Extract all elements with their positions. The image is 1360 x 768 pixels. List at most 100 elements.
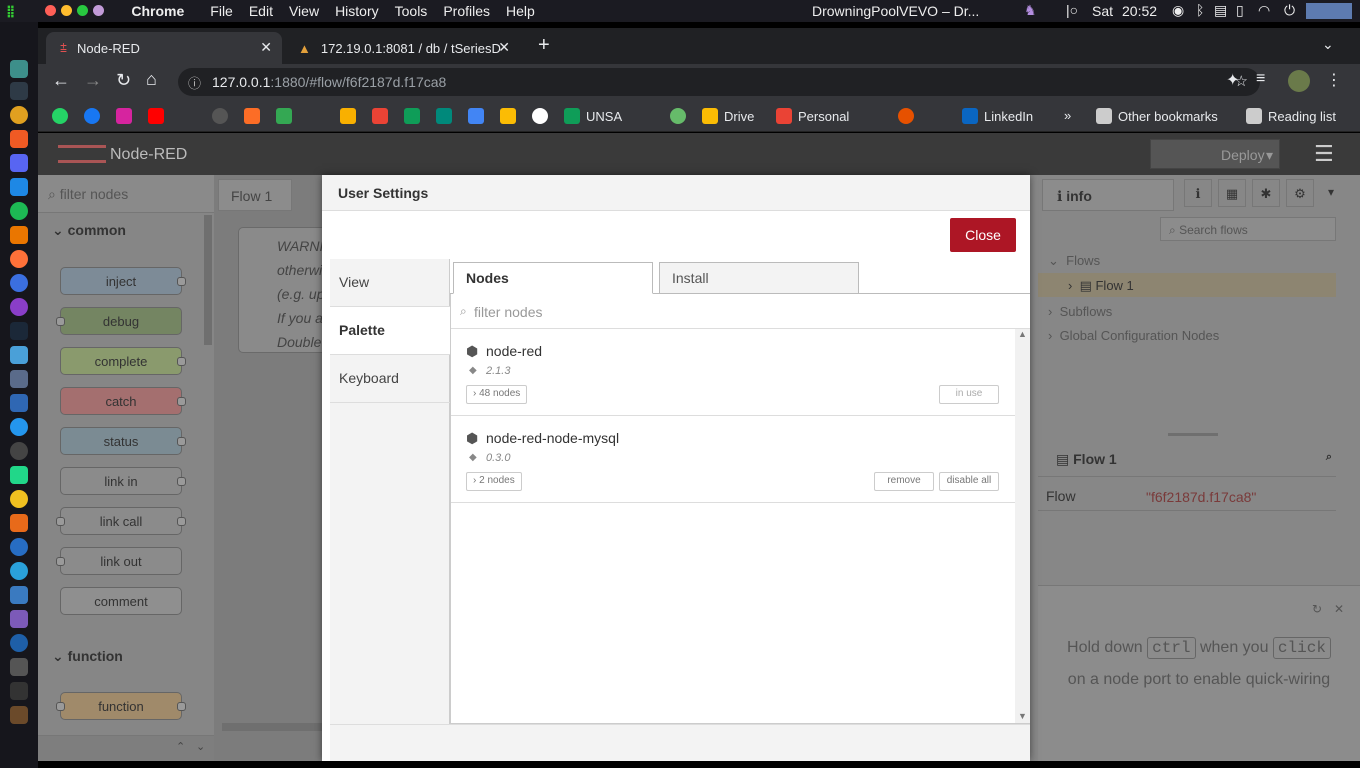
output-port[interactable] [177, 702, 186, 711]
maximize-dot-icon[interactable] [77, 5, 89, 16]
collapse-all-icon[interactable]: ⌃ [176, 740, 185, 753]
menu-file[interactable]: File [210, 3, 233, 19]
address-bar[interactable]: ⓘ 127.0.0.1:1880/#flow/f6f2187d.f17ca8 ☆ [178, 68, 1260, 96]
sidebar-tab-info[interactable]: ℹ info [1042, 179, 1174, 211]
youtube-bookmark[interactable] [148, 108, 170, 124]
deploy-dropdown-icon[interactable]: ▾ [1266, 147, 1273, 164]
palette-category-common[interactable]: ⌄ common [38, 217, 202, 243]
gdrive-bookmark[interactable] [500, 108, 522, 124]
tab-install[interactable]: Install [659, 262, 859, 294]
gmail-bookmark[interactable] [372, 108, 394, 124]
facebook-bookmark[interactable] [84, 108, 106, 124]
sidebar-config-button[interactable]: ⚙ [1286, 179, 1314, 207]
close-dot-icon[interactable] [45, 5, 57, 16]
app-icon-15[interactable] [10, 418, 28, 436]
palette-node-catch[interactable]: catch [60, 387, 186, 415]
output-port[interactable] [177, 437, 186, 446]
node-count-toggle[interactable]: › 48 nodes [466, 385, 528, 404]
palette-node-link-call[interactable]: link call [56, 507, 186, 535]
eye-bookmark[interactable] [898, 108, 920, 124]
section-view[interactable]: View [330, 259, 450, 307]
other-bookmarks[interactable]: Other bookmarks [1096, 108, 1218, 124]
app-bookmark[interactable] [276, 108, 298, 124]
filter-nodes-input[interactable]: ⌕ filter nodes [450, 295, 1030, 329]
power-icon[interactable]: ⏻ [1284, 2, 1295, 19]
app-icon-23[interactable] [10, 610, 28, 628]
files-icon[interactable] [10, 60, 28, 78]
tab-close-icon[interactable]: ✕ [260, 39, 272, 56]
palette-node-inject[interactable]: inject [60, 267, 186, 295]
cat-tray-icon[interactable]: ♞ [1024, 2, 1037, 19]
steam-icon[interactable] [10, 322, 28, 340]
menu-tools[interactable]: Tools [395, 3, 428, 19]
search-icon[interactable]: ⌕ [1326, 451, 1332, 464]
search-flows-input[interactable]: ⌕ Search flows [1160, 217, 1336, 241]
github-bookmark[interactable] [212, 108, 234, 124]
linkedin-bookmark[interactable]: LinkedIn [962, 108, 1033, 124]
vscode-icon[interactable] [10, 178, 28, 196]
meet-bookmark[interactable] [436, 108, 458, 124]
menu-profiles[interactable]: Profiles [443, 3, 490, 19]
input-port[interactable] [56, 557, 65, 566]
palette-node-link-out[interactable]: link out [56, 547, 182, 575]
workspace-tab[interactable]: Flow 1 [218, 179, 292, 211]
new-tab-icon[interactable]: + [538, 34, 550, 57]
menu-help[interactable]: Help [506, 3, 535, 19]
wifi-icon[interactable]: ◠ [1258, 2, 1270, 19]
palette-node-comment[interactable]: comment [60, 587, 182, 615]
r-icon[interactable] [10, 538, 28, 556]
deploy-button[interactable]: Deploy ▾ [1150, 139, 1280, 169]
close-button[interactable]: Close [950, 218, 1016, 252]
clipboard-icon[interactable]: ▤ [1214, 2, 1227, 19]
tab-mongo[interactable]: ▲ 172.19.0.1:8081 / db / tSeriesD ✕ [284, 32, 520, 64]
app-icon-24[interactable] [10, 634, 28, 652]
palette-node-status[interactable]: status [60, 427, 186, 455]
site-info-icon[interactable]: ⓘ [188, 73, 201, 92]
palette-category-function[interactable]: ⌄ function [38, 643, 202, 669]
menu-view[interactable]: View [289, 3, 319, 19]
tree-flow1[interactable]: › ▤ Flow 1 [1038, 273, 1336, 297]
output-port[interactable] [177, 357, 186, 366]
instagram-bookmark[interactable] [116, 108, 138, 124]
dl-bookmark[interactable] [532, 108, 554, 124]
activities-icon[interactable]: ⣿ [6, 4, 15, 18]
brave-icon[interactable] [10, 130, 28, 148]
drive-bookmark[interactable]: Drive [702, 108, 754, 124]
tab-node-red[interactable]: ⩲ Node-RED ✕ [46, 32, 282, 64]
back-icon[interactable]: ← [52, 70, 70, 91]
palette-node-link-in[interactable]: link in [60, 467, 186, 495]
disable-all-button[interactable]: disable all [939, 472, 999, 491]
scroll-down-icon[interactable]: ▼ [1018, 711, 1027, 721]
palette-scrollbar[interactable] [204, 215, 212, 345]
bluetooth-icon[interactable]: ᛒ [1196, 2, 1204, 18]
menu-history[interactable]: History [335, 3, 379, 19]
firefox-dev-icon[interactable] [10, 274, 28, 292]
terminal-icon[interactable] [10, 82, 28, 100]
palette-node-complete[interactable]: complete [60, 347, 186, 375]
personal-bookmark[interactable]: Personal [776, 108, 849, 124]
calendar-bookmark[interactable] [468, 108, 490, 124]
module-list-scrollbar[interactable]: ▲ ▼ [1015, 329, 1030, 724]
app-menu-chrome[interactable]: Chrome [131, 3, 184, 19]
gitlab-bookmark[interactable] [244, 108, 266, 124]
chrome-icon[interactable] [10, 106, 28, 124]
lock-icon[interactable]: ▯ [1236, 2, 1244, 19]
menu-edit[interactable]: Edit [249, 3, 273, 19]
app-icon-13[interactable] [10, 370, 28, 388]
now-playing[interactable]: DrowningPoolVEVO – Dr... [812, 3, 979, 19]
remove-button[interactable]: remove [874, 472, 934, 491]
tree-global-config[interactable]: › Global Configuration Nodes [1048, 328, 1219, 343]
canvas-hscrollbar[interactable] [222, 723, 322, 731]
reload-icon[interactable]: ↻ [116, 70, 131, 91]
profile-avatar[interactable] [1288, 70, 1310, 92]
unsa-bookmark[interactable]: UNSA [564, 108, 622, 124]
reading-list[interactable]: Reading list [1246, 108, 1336, 124]
app-icon-26[interactable] [10, 682, 28, 700]
whatsapp-bookmark[interactable] [52, 108, 74, 124]
firefox-icon[interactable] [10, 250, 28, 268]
close-tip-icon[interactable]: ✕ [1334, 594, 1344, 625]
discord-icon[interactable] [10, 154, 28, 172]
app-icon-22[interactable] [10, 586, 28, 604]
discord-tray-icon[interactable]: ◉ [1172, 2, 1184, 19]
more-bookmarks-icon[interactable]: » [1064, 108, 1071, 123]
